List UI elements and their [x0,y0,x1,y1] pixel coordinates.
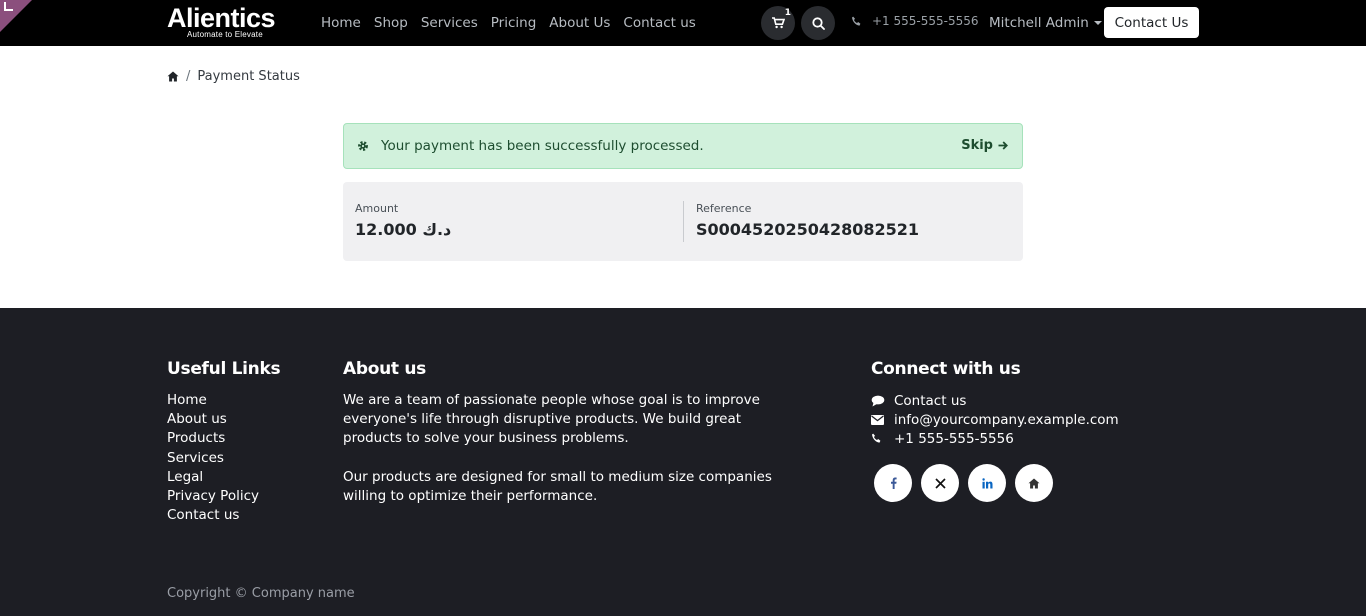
search-icon [811,16,825,30]
cart-count-badge: 1 [784,8,791,18]
footer-link-home[interactable]: Home [167,391,259,410]
column-divider [683,201,684,242]
arrow-right-icon [998,141,1008,150]
cart-icon [771,17,785,29]
social-links [874,464,1053,502]
user-name: Mitchell Admin [989,15,1089,31]
alert-message: Your payment has been successfully proce… [381,138,704,154]
nav-contact-us[interactable]: Contact us [623,13,695,33]
facebook-button[interactable] [874,464,912,502]
user-menu[interactable]: Mitchell Admin [989,13,1102,33]
connect-title: Connect with us [871,359,1021,379]
footer-link-products[interactable]: Products [167,429,259,448]
footer-link-legal[interactable]: Legal [167,468,259,487]
useful-links-title: Useful Links [167,359,281,379]
connect-phone-row[interactable]: +1 555-555-5556 [871,429,1119,448]
phone-icon [872,434,881,444]
logo-tagline: Automate to Elevate [187,30,263,39]
comment-icon [871,395,885,407]
facebook-icon [890,477,897,489]
cart-button[interactable]: 1 [761,6,795,40]
phone-number: +1 555-555-5556 [872,14,979,28]
useful-links-list: Home About us Products Services Legal Pr… [167,391,259,525]
about-paragraph-1: We are a team of passionate people whose… [343,392,760,447]
connect-contact-row[interactable]: Contact us [871,391,1119,410]
x-button[interactable] [921,464,959,502]
breadcrumb-current: Payment Status [197,69,300,84]
about-paragraph-2: Our products are designed for small to m… [343,468,772,504]
connect-email: info@yourcompany.example.com [894,411,1119,428]
logo-wordmark: Alientics [167,3,276,33]
nav-home[interactable]: Home [321,13,361,33]
search-button[interactable] [801,6,835,40]
site-logo[interactable]: Alientics Automate to Elevate [167,3,297,41]
home-link-button[interactable] [1015,464,1053,502]
home-icon[interactable] [167,71,179,82]
payment-summary-card: Amount 12.000 د.ك Reference S00045202504… [343,182,1023,261]
connect-phone: +1 555-555-5556 [894,430,1014,447]
reference-label: Reference [696,202,752,215]
about-us-text: We are a team of passionate people whose… [343,391,773,506]
footer-link-about-us[interactable]: About us [167,410,259,429]
nav-shop[interactable]: Shop [374,13,408,33]
envelope-icon [871,414,884,425]
copyright-text: Copyright © Company name [167,586,355,601]
skip-label: Skip [961,138,993,153]
main-menu: Home Shop Services Pricing About Us Cont… [321,13,696,33]
header-phone[interactable]: +1 555-555-5556 [851,14,979,28]
breadcrumb: / Payment Status [167,69,300,84]
linkedin-icon [981,477,992,488]
payment-success-alert: Your payment has been successfully proce… [343,123,1023,169]
nav-pricing[interactable]: Pricing [491,13,537,33]
home-icon [1028,478,1040,488]
corner-arrow-icon [4,2,13,11]
breadcrumb-separator: / [186,69,191,84]
skip-link[interactable]: Skip [961,138,1008,153]
gear-icon [358,141,368,151]
chevron-down-icon [1093,21,1102,25]
connect-contact-link: Contact us [894,392,967,409]
nav-about-us[interactable]: About Us [549,13,610,33]
amount-value: 12.000 د.ك [355,220,452,239]
connect-list: Contact us info@yourcompany.example.com … [871,391,1119,449]
amount-label: Amount [355,202,399,215]
nav-services[interactable]: Services [421,13,478,33]
x-icon [934,477,946,489]
footer-link-privacy-policy[interactable]: Privacy Policy [167,487,259,506]
top-navbar: Alientics Automate to Elevate Home Shop … [0,0,1366,46]
connect-email-row[interactable]: info@yourcompany.example.com [871,410,1119,429]
site-footer: Useful Links Home About us Products Serv… [0,308,1366,616]
footer-link-contact-us[interactable]: Contact us [167,506,259,525]
phone-icon [852,16,861,26]
linkedin-button[interactable] [968,464,1006,502]
about-us-title: About us [343,359,426,379]
reference-value: S00045202504280825­21 [696,220,920,239]
contact-us-button[interactable]: Contact Us [1104,7,1199,38]
footer-link-services[interactable]: Services [167,449,259,468]
